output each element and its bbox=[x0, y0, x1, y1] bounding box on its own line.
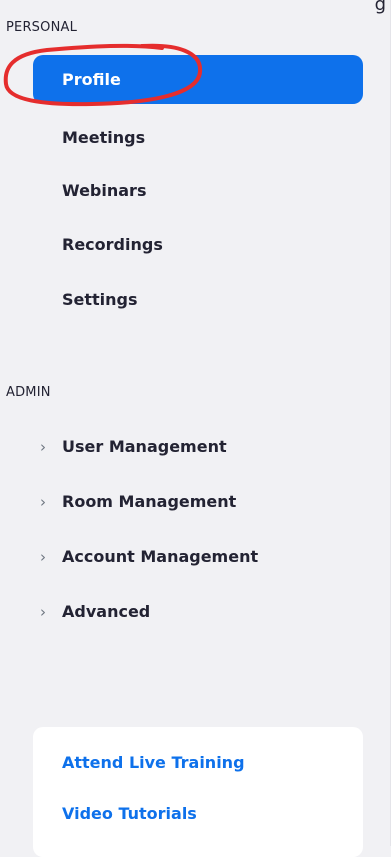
sidebar-item-label: Account Management bbox=[62, 547, 259, 566]
sidebar-item-room-management[interactable]: › Room Management bbox=[40, 492, 236, 511]
sidebar-item-profile[interactable]: Profile bbox=[33, 55, 363, 104]
section-title-personal: PERSONAL bbox=[6, 20, 78, 35]
attend-live-training-link[interactable]: Attend Live Training bbox=[62, 753, 245, 772]
sidebar-item-settings[interactable]: Settings bbox=[62, 290, 138, 309]
chevron-right-icon: › bbox=[40, 547, 46, 566]
sidebar-item-account-management[interactable]: › Account Management bbox=[40, 547, 258, 566]
help-panel: Attend Live Training Video Tutorials bbox=[33, 727, 363, 857]
sidebar-item-advanced[interactable]: › Advanced bbox=[40, 602, 150, 621]
sidebar-item-label: Room Management bbox=[62, 492, 237, 511]
chevron-right-icon: › bbox=[40, 492, 46, 511]
chevron-right-icon: › bbox=[40, 437, 46, 456]
sidebar-nav: g PERSONAL Profile Meetings Webinars Rec… bbox=[0, 0, 391, 857]
sidebar-item-label: Advanced bbox=[62, 602, 151, 621]
sidebar-item-meetings[interactable]: Meetings bbox=[62, 128, 145, 147]
section-title-admin: ADMIN bbox=[6, 385, 51, 400]
chevron-right-icon: › bbox=[40, 602, 46, 621]
video-tutorials-link[interactable]: Video Tutorials bbox=[62, 804, 197, 823]
sidebar-item-recordings[interactable]: Recordings bbox=[62, 235, 163, 254]
sidebar-item-user-management[interactable]: › User Management bbox=[40, 437, 227, 456]
sidebar-item-label: User Management bbox=[62, 437, 227, 456]
cut-off-edge-text: g bbox=[374, 0, 386, 15]
sidebar-item-webinars[interactable]: Webinars bbox=[62, 181, 146, 200]
